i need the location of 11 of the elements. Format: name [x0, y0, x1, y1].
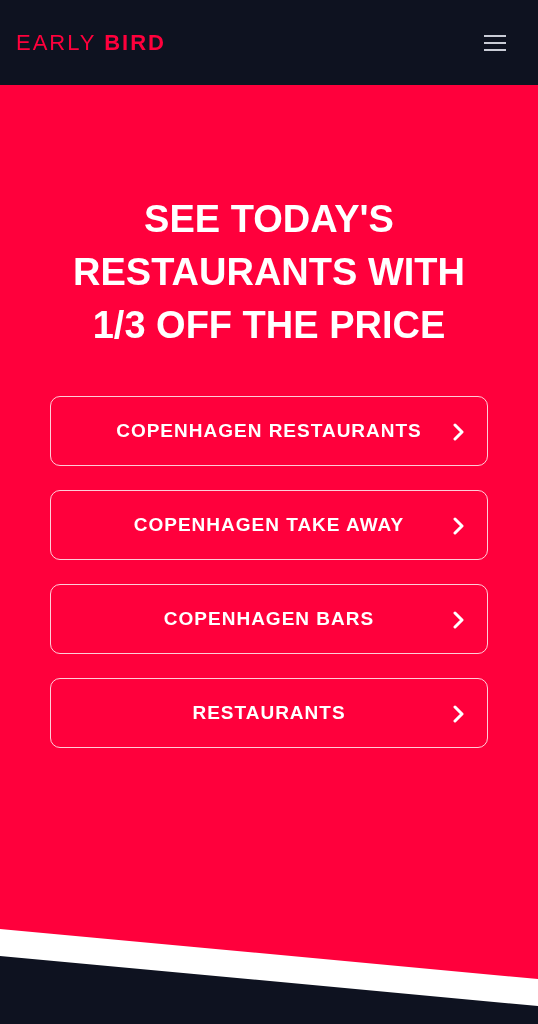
- chevron-right-icon: [453, 423, 465, 441]
- chevron-right-icon: [453, 611, 465, 629]
- category-link-button[interactable]: COPENHAGEN RESTAURANTS: [50, 396, 488, 466]
- menu-icon[interactable]: [484, 34, 506, 51]
- chevron-right-icon: [453, 705, 465, 723]
- hero-heading: SEE TODAY'S RESTAURANTS WITH 1/3 OFF THE PRICE: [72, 197, 466, 348]
- category-link-button[interactable]: RESTAURANTS: [50, 678, 488, 748]
- category-link-button[interactable]: COPENHAGEN BARS: [50, 584, 488, 654]
- category-link-button[interactable]: COPENHAGEN TAKE AWAY: [50, 490, 488, 560]
- chevron-right-icon: [453, 517, 465, 535]
- logo[interactable]: EARLY BIRD: [16, 26, 166, 59]
